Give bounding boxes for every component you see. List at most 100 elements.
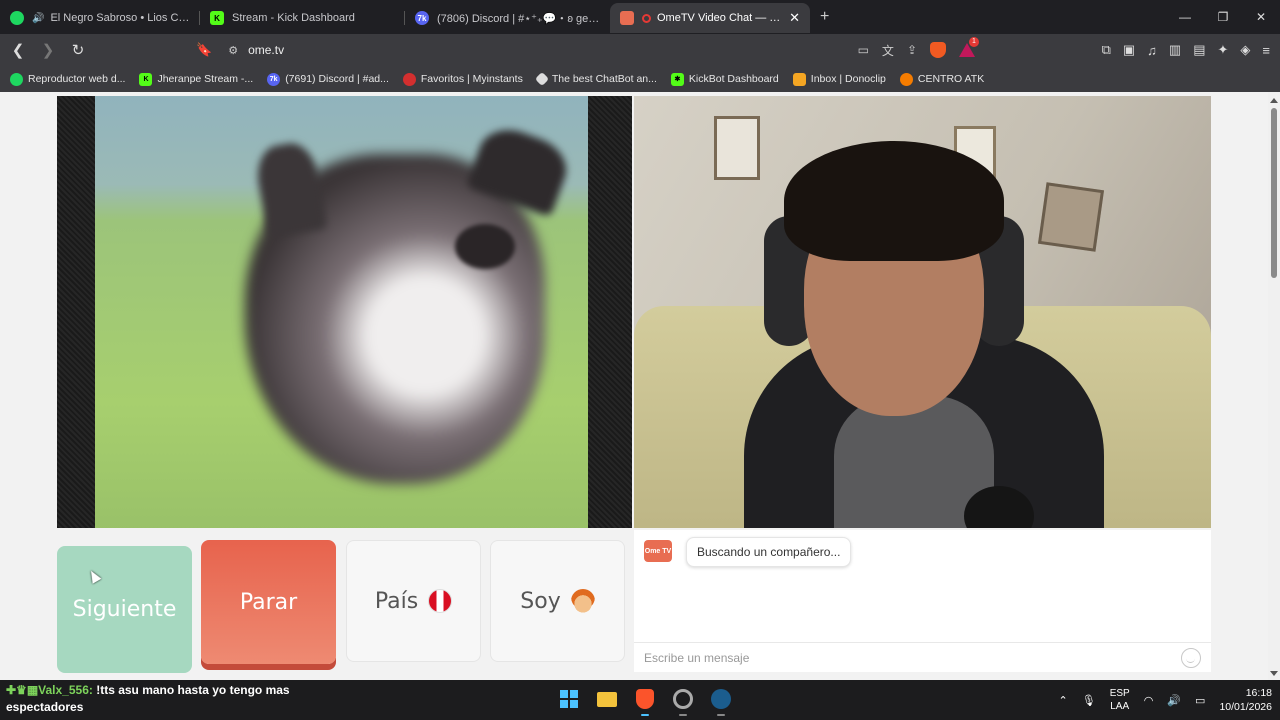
tab-title: (7806) Discord | #⋆⁺₊💬・ʚ general⁺ |	[437, 13, 600, 25]
tab-spotify[interactable]: 🔊 El Negro Sabroso • Lios Choko	[0, 3, 200, 33]
close-tab-icon[interactable]: ✕	[783, 10, 800, 26]
leo-ai-icon[interactable]: ✦	[1218, 42, 1229, 58]
peru-flag-icon	[428, 589, 453, 613]
file-explorer-button[interactable]	[594, 686, 620, 712]
folder-icon	[597, 691, 617, 707]
donoclip-icon	[792, 72, 806, 86]
minimize-icon[interactable]: —	[1166, 0, 1204, 34]
self-webcam-video	[634, 96, 1211, 528]
chrome-icon	[673, 689, 693, 709]
discord-icon: 7k	[267, 72, 281, 86]
tab-title: OmeTV Video Chat — Omegle	[657, 12, 783, 24]
atk-icon	[899, 72, 913, 86]
bookmark-item[interactable]: CENTRO ATK	[899, 72, 984, 86]
media-icon[interactable]: ♫	[1147, 43, 1157, 58]
brave-button[interactable]	[632, 686, 658, 716]
stop-button[interactable]: Parar	[201, 540, 336, 664]
volume-icon[interactable]: 🔊	[1167, 694, 1181, 707]
ometv-logo: Ome TV	[644, 540, 672, 562]
site-settings-icon[interactable]: ⚙	[228, 44, 238, 57]
share-icon[interactable]: ⇪	[907, 43, 917, 57]
extensions-icon[interactable]: ⧉	[1102, 42, 1111, 58]
tab-title: El Negro Sabroso • Lios Choko	[50, 12, 190, 24]
steam-icon	[711, 689, 731, 709]
taskbar: ✚♛▦Valx_556: !tts asu mano hasta yo teng…	[0, 680, 1280, 720]
status-message: Buscando un compañero...	[686, 537, 852, 567]
spotify-icon	[10, 11, 24, 25]
speaker-icon[interactable]: 🔊	[32, 13, 44, 24]
tab-ometv[interactable]: OmeTV Video Chat — Omegle ✕	[610, 3, 810, 33]
tab-kick[interactable]: K Stream - Kick Dashboard	[200, 3, 405, 33]
ometv-page: Siguiente Parar País Soy Ome TV Buscando…	[0, 92, 1268, 680]
gender-button[interactable]: Soy	[490, 540, 625, 662]
close-window-icon[interactable]: ✕	[1242, 0, 1280, 34]
bookmarks-bar: Reproductor web d... K Jheranpe Stream -.…	[0, 66, 1280, 92]
chatbot-icon	[534, 71, 549, 87]
steam-button[interactable]	[708, 686, 734, 716]
tab-strip: 🔊 El Negro Sabroso • Lios Choko K Stream…	[0, 0, 1280, 34]
emoji-icon[interactable]	[1181, 648, 1201, 668]
ometv-icon	[620, 11, 634, 25]
toolbar-right: ⧉ ▣ ♫ ▥ ▤ ✦ ◈ ≡	[1102, 34, 1270, 66]
system-tray: ⌃ 🎙 ESP LAA ◠ 🔊 ▭ 16:18 10/01/2026	[1059, 680, 1272, 720]
maximize-icon[interactable]: ❐	[1204, 0, 1242, 34]
start-button[interactable]	[556, 686, 582, 712]
bookmark-item[interactable]: K Jheranpe Stream -...	[139, 72, 253, 86]
reload-icon[interactable]: ↻	[66, 38, 90, 62]
country-button[interactable]: País	[346, 540, 481, 662]
discord-icon: 7k	[415, 11, 429, 25]
chrome-button[interactable]	[670, 686, 696, 716]
language-indicator[interactable]: ESP LAA	[1110, 687, 1130, 713]
kick-icon: K	[139, 72, 153, 86]
translate-icon[interactable]: 文	[882, 42, 894, 59]
bookmark-item[interactable]: Reproductor web d...	[10, 72, 125, 86]
bookmark-item[interactable]: ✱ KickBot Dashboard	[670, 72, 779, 86]
windows-icon	[560, 690, 578, 708]
chevron-up-icon[interactable]: ⌃	[1059, 694, 1068, 707]
brave-icon	[636, 689, 654, 709]
myinstants-icon	[402, 72, 416, 86]
bookmark-item[interactable]: Inbox | Donoclip	[792, 72, 886, 86]
message-placeholder: Escribe un mensaje	[644, 650, 750, 665]
url-text[interactable]: ome.tv	[248, 43, 284, 57]
taskbar-apps	[556, 686, 734, 716]
next-button[interactable]: Siguiente	[57, 546, 192, 673]
address-actions: ▭ 文 ⇪ 1	[858, 37, 979, 59]
bookmark-item[interactable]: Favoritos | Myinstants	[402, 72, 523, 86]
sidebar-icon[interactable]: ▥	[1169, 42, 1181, 58]
vpn-icon[interactable]: ◈	[1240, 42, 1250, 58]
forward-icon[interactable]: ❯	[36, 38, 60, 62]
notification-badge: 1	[969, 37, 979, 47]
reader-icon[interactable]: ▣	[1123, 42, 1135, 58]
clock[interactable]: 16:18 10/01/2026	[1219, 686, 1272, 714]
tab-discord[interactable]: 7k (7806) Discord | #⋆⁺₊💬・ʚ general⁺ |	[405, 3, 610, 33]
new-tab-button[interactable]: +	[820, 8, 829, 26]
window-controls: — ❐ ✕	[1166, 0, 1280, 34]
kickbot-icon: ✱	[670, 72, 684, 86]
stream-chat-overlay: ✚♛▦Valx_556: !tts asu mano hasta yo teng…	[6, 682, 326, 716]
chat-panel: Ome TV Buscando un compañero... Escribe …	[634, 530, 1211, 672]
message-input[interactable]: Escribe un mensaje	[634, 642, 1211, 672]
battery-icon[interactable]: ▭	[1195, 694, 1205, 707]
wifi-icon[interactable]: ◠	[1144, 694, 1154, 707]
wallet-icon[interactable]: ▤	[1193, 42, 1205, 58]
bookmark-item[interactable]: The best ChatBot an...	[534, 71, 657, 87]
browser-toolbar: ❮ ❯ ↻ 🔖 ⚙ ome.tv ▭ 文 ⇪ 1 ⧉ ▣ ♫ ▥ ▤ ✦ ◈ ≡	[0, 34, 1280, 66]
page-scrollbar[interactable]	[1268, 92, 1280, 680]
tab-title: Stream - Kick Dashboard	[232, 12, 355, 24]
back-icon[interactable]: ❮	[6, 38, 30, 62]
bookmark-item[interactable]: 7k (7691) Discord | #ad...	[267, 72, 389, 86]
spotify-icon	[10, 72, 23, 86]
stranger-video	[57, 96, 632, 528]
overlay-username: Valx_556:	[38, 683, 93, 697]
brave-rewards-icon[interactable]: 1	[959, 37, 979, 57]
recording-icon	[642, 13, 651, 23]
menu-icon[interactable]: ≡	[1262, 43, 1270, 58]
overlay-badges-icon: ✚♛▦	[6, 683, 39, 697]
address-bar[interactable]: 🔖 ⚙ ome.tv ▭ 文 ⇪ 1	[190, 37, 985, 63]
kick-icon: K	[210, 11, 224, 25]
microphone-icon[interactable]: 🎙	[1082, 694, 1096, 707]
bookmark-icon[interactable]: 🔖	[196, 42, 212, 58]
brave-shields-icon[interactable]	[930, 42, 946, 58]
cast-icon[interactable]: ▭	[858, 43, 869, 57]
